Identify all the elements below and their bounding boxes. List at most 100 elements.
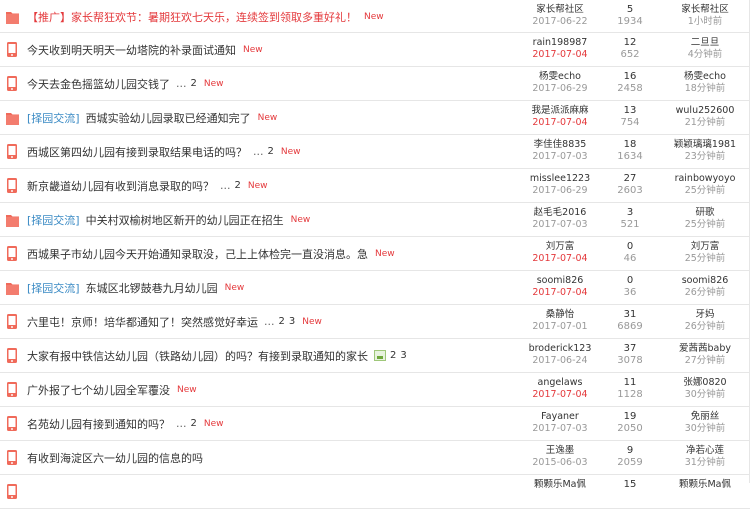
thread-title-link[interactable]: 西城区第四幼儿园有接到录取结果电话的吗？ (27, 144, 247, 160)
new-badge: New (375, 249, 395, 259)
thread-title-area: 今天去金色摇篮幼儿园交钱了...2New (27, 67, 480, 100)
new-badge: New (291, 215, 311, 225)
phone-icon (7, 144, 19, 159)
folder-icon (6, 213, 18, 228)
thread-title-area: 新京畿道幼儿园有收到消息录取的吗？... 2 New (27, 169, 480, 202)
new-badge: New (364, 12, 384, 22)
new-badge: New (302, 317, 322, 327)
last-reply-user-link[interactable]: 张娜0820 (640, 377, 750, 389)
new-badge: New (177, 385, 197, 395)
phone-icon (7, 348, 19, 363)
thread-title-area: 有收到海淀区六一幼儿园的信息的吗 (27, 441, 480, 474)
last-reply-user-link[interactable]: 牙妈 (640, 309, 750, 321)
thread-title-area: 名苑幼儿园有接到通知的吗？...2New (27, 407, 480, 440)
thread-row[interactable]: [择园交流]东城区北锣鼓巷九月幼儿园Newsoomi8262017-07-040… (0, 271, 750, 305)
page-link[interactable]: 3 (400, 350, 406, 361)
last-reply-cell: 爱茜茜baby27分钟前 (640, 343, 750, 367)
thread-title-link[interactable]: 六里屯！京师！培华都通知了！突然感觉好幸运 (27, 314, 258, 330)
thread-row[interactable]: 西城区第四幼儿园有接到录取结果电话的吗？...2New李佳佳88352017-0… (0, 135, 750, 169)
category-tag-link[interactable]: [择园交流] (27, 280, 80, 296)
last-reply-user-link[interactable]: 家长帮社区 (640, 4, 750, 16)
last-reply-user-link[interactable]: 颗颗乐Ma佩 (640, 479, 750, 491)
folder-icon (6, 281, 18, 296)
thread-row[interactable]: 【推广】家长帮狂欢节：暑期狂欢七天乐，连续签到领取多重好礼！New家长帮社区20… (0, 0, 750, 33)
page-ellipsis: ... (220, 179, 231, 192)
phone-icon (7, 416, 19, 431)
last-reply-user-link[interactable]: 杨雯echo (640, 71, 750, 83)
page-ellipsis: ... (253, 145, 264, 158)
thread-row[interactable]: 广外报了七个幼儿园全军覆没Newangelaws2017-07-04111128… (0, 373, 750, 407)
thread-row[interactable]: 六里屯！京师！培华都通知了！突然感觉好幸运...23New桑静怡2017-07-… (0, 305, 750, 339)
thread-title-area: [择园交流] 西城实验幼儿园录取已经通知完了 New (27, 101, 480, 134)
thread-title-link[interactable]: 名苑幼儿园有接到通知的吗？ (27, 416, 170, 432)
page-link[interactable]: 2 (279, 316, 285, 327)
last-reply-cell: 刘万富25分钟前 (640, 241, 750, 265)
last-reply-user-link[interactable]: soomi826 (640, 275, 750, 287)
last-reply-time: 25分钟前 (640, 219, 750, 231)
thread-title-link[interactable]: 【推广】家长帮狂欢节：暑期狂欢七天乐，连续签到领取多重好礼！ (27, 9, 357, 25)
thread-title-area: 【推广】家长帮狂欢节：暑期狂欢七天乐，连续签到领取多重好礼！ New (27, 0, 480, 33)
new-badge: New (248, 181, 268, 191)
thread-row[interactable]: [择园交流]中关村双榆树地区新开的幼儿园正在招生New赵毛毛20162017-0… (0, 203, 750, 237)
thread-row[interactable]: 新京畿道幼儿园有收到消息录取的吗？...2Newmisslee12232017-… (0, 169, 750, 203)
thread-row[interactable]: 颗颗乐Ma佩15颗颗乐Ma佩 (0, 475, 750, 509)
image-attachment-icon (374, 350, 386, 361)
thread-title-link[interactable]: 新京畿道幼儿园有收到消息录取的吗？ (27, 178, 214, 194)
thread-title-link[interactable]: 今天去金色摇篮幼儿园交钱了 (27, 76, 170, 92)
thread-title-link[interactable]: 广外报了七个幼儿园全军覆没 (27, 382, 170, 398)
category-tag-link[interactable]: [择园交流] (27, 212, 80, 228)
last-reply-time: 26分钟前 (640, 287, 750, 299)
thread-row[interactable]: 今天收到明天明天一幼塔院的补录面试通知Newrain1989872017-07-… (0, 33, 750, 67)
thread-title-link[interactable]: 有收到海淀区六一幼儿园的信息的吗 (27, 450, 203, 466)
last-reply-time: 31分钟前 (640, 457, 750, 469)
phone-icon (7, 76, 19, 91)
phone-icon (7, 484, 19, 499)
last-reply-cell: 张娜082030分钟前 (640, 377, 750, 401)
last-reply-user-link[interactable]: wulu252600 (640, 105, 750, 117)
thread-title-area: 六里屯！京师！培华都通知了！突然感觉好幸运...23New (27, 305, 480, 338)
thread-row[interactable]: 名苑幼儿园有接到通知的吗？...2NewFayaner2017-07-03192… (0, 407, 750, 441)
last-reply-time: 30分钟前 (640, 423, 750, 435)
last-reply-user-link[interactable]: 颖颖璃璃1981 (640, 139, 750, 151)
new-badge: New (243, 45, 263, 55)
page-link[interactable]: 2 (191, 78, 197, 89)
thread-title-link[interactable]: 今天收到明天明天一幼塔院的补录面试通知 (27, 42, 236, 58)
last-reply-user-link[interactable]: rainbowyoyo (640, 173, 750, 185)
thread-title-link[interactable]: 大家有报中铁信达幼儿园（铁路幼儿园）的吗？有接到录取通知的家长 (27, 348, 368, 364)
last-reply-user-link[interactable]: 研歌 (640, 207, 750, 219)
last-reply-user-link[interactable]: 二旦旦 (640, 37, 750, 49)
last-reply-user-link[interactable]: 净若心莲 (640, 445, 750, 457)
thread-row[interactable]: 今天去金色摇篮幼儿园交钱了...2New杨雯echo2017-06-291624… (0, 67, 750, 101)
last-reply-user-link[interactable]: 免丽丝 (640, 411, 750, 423)
phone-icon (7, 382, 19, 397)
last-reply-cell: 杨雯echo18分钟前 (640, 71, 750, 95)
page-link[interactable]: 2 (390, 350, 396, 361)
last-reply-user-link[interactable]: 刘万富 (640, 241, 750, 253)
new-badge: New (281, 147, 301, 157)
thread-title-link[interactable]: 西城实验幼儿园录取已经通知完了 (86, 110, 251, 126)
new-badge: New (258, 113, 278, 123)
last-reply-cell: rainbowyoyo25分钟前 (640, 173, 750, 197)
thread-title-area: [择园交流] 中关村双榆树地区新开的幼儿园正在招生 New (27, 203, 480, 236)
thread-title-area: 大家有报中铁信达幼儿园（铁路幼儿园）的吗？有接到录取通知的家长 23 (27, 339, 480, 372)
thread-row[interactable]: 大家有报中铁信达幼儿园（铁路幼儿园）的吗？有接到录取通知的家长23broderi… (0, 339, 750, 373)
page-ellipsis: ... (176, 77, 187, 90)
last-reply-cell: 研歌25分钟前 (640, 207, 750, 231)
page-link[interactable]: 2 (191, 418, 197, 429)
thread-row[interactable]: [择园交流]西城实验幼儿园录取已经通知完了New我是派派麻麻2017-07-04… (0, 101, 750, 135)
last-reply-cell: 免丽丝30分钟前 (640, 411, 750, 435)
thread-row[interactable]: 有收到海淀区六一幼儿园的信息的吗王逸墨2015-06-0392059净若心莲31… (0, 441, 750, 475)
last-reply-cell: wulu25260021分钟前 (640, 105, 750, 129)
last-reply-user-link[interactable]: 爱茜茜baby (640, 343, 750, 355)
thread-title-link[interactable]: 东城区北锣鼓巷九月幼儿园 (86, 280, 218, 296)
page-link[interactable]: 2 (268, 146, 274, 157)
thread-title-link[interactable]: 中关村双榆树地区新开的幼儿园正在招生 (86, 212, 284, 228)
new-badge: New (225, 283, 245, 293)
thread-row[interactable]: 西城果子市幼儿园今天开始通知录取没，己上上体检完一直没消息。急New刘万富201… (0, 237, 750, 271)
thread-title-area: [择园交流] 东城区北锣鼓巷九月幼儿园 New (27, 271, 480, 304)
page-link[interactable]: 2 (235, 180, 241, 191)
category-tag-link[interactable]: [择园交流] (27, 110, 80, 126)
phone-icon (7, 178, 19, 193)
thread-title-link[interactable]: 西城果子市幼儿园今天开始通知录取没，己上上体检完一直没消息。急 (27, 246, 368, 262)
page-link[interactable]: 3 (289, 316, 295, 327)
